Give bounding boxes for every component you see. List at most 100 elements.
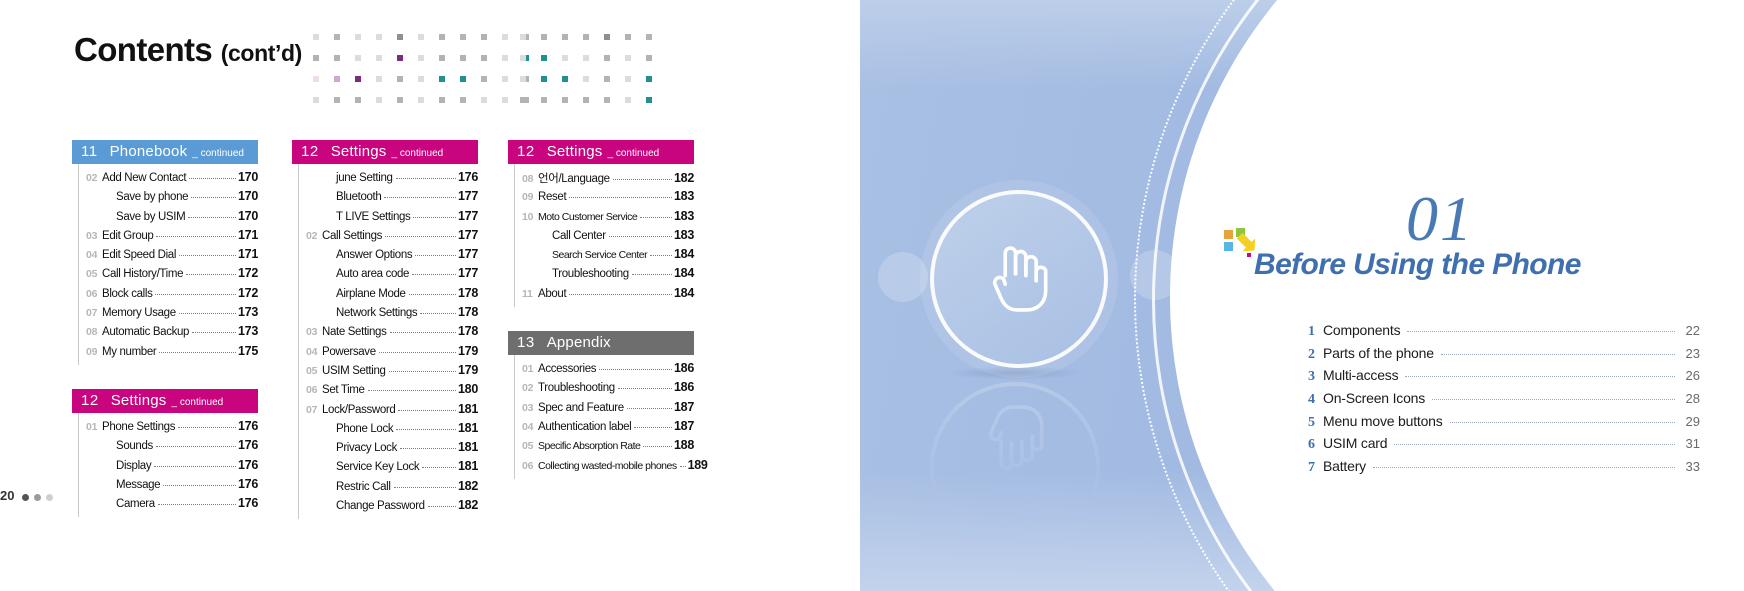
chapter-entry-label: Battery	[1323, 458, 1366, 475]
toc-entry-label: Specific Absorption Rate	[538, 440, 641, 453]
toc-entry[interactable]: Service Key Lock 181	[299, 459, 478, 478]
toc-entry-index: 07	[86, 307, 98, 320]
toc-entry-page: 180	[458, 382, 478, 397]
toc-entry[interactable]: june Setting 176	[299, 170, 478, 189]
toc-entry[interactable]: Change Password 182	[299, 498, 478, 517]
toc-entry[interactable]: 05 Call History/Time 172	[79, 266, 258, 285]
toc-entry[interactable]: 09 Reset 183	[515, 189, 694, 208]
toc-entry[interactable]: 04 Authentication label 187	[515, 419, 694, 438]
toc-entry[interactable]: 04 Edit Speed Dial 171	[79, 247, 258, 266]
toc-leader-dots	[420, 312, 457, 315]
toc-entry[interactable]: 04 Powersave 179	[299, 344, 478, 363]
chapter-entry-label: Multi-access	[1323, 367, 1399, 384]
toc-entry[interactable]: Answer Options 177	[299, 247, 478, 266]
toc-entry[interactable]: 07 Lock/Password 181	[299, 402, 478, 421]
toc-entry[interactable]: 05 Specific Absorption Rate 188	[515, 438, 694, 457]
toc-entry[interactable]: 07 Memory Usage 173	[79, 305, 258, 324]
toc-entry[interactable]: Auto area code 177	[299, 266, 478, 285]
toc-entry[interactable]: Restric Call 182	[299, 479, 478, 498]
toc-entry[interactable]: 05 USIM Setting 179	[299, 363, 478, 382]
toc-entry[interactable]: 08 언어/Language 182	[515, 170, 694, 189]
toc-entry[interactable]: Bluetooth 177	[299, 189, 478, 208]
decorative-dot	[418, 34, 424, 40]
toc-entry[interactable]: Privacy Lock 181	[299, 440, 478, 459]
chapter-entry[interactable]: 1 Components 22	[1308, 322, 1700, 345]
toc-section-continued: _ continued	[391, 148, 444, 159]
toc-entry-page: 177	[458, 247, 478, 262]
toc-leader-dots	[178, 426, 237, 428]
toc-section-body: 02 Add New Contact 170 Save by phone 170 Save…	[78, 164, 258, 365]
toc-entry[interactable]: 09 My number 175	[79, 344, 258, 363]
toc-entry-page: 170	[238, 189, 258, 204]
chapter-entry[interactable]: 5 Menu move buttons 29	[1308, 413, 1700, 436]
chapter-entry-label: Components	[1323, 322, 1401, 338]
decorative-dot	[520, 34, 526, 40]
toc-entry[interactable]: Network Settings 178	[299, 305, 478, 324]
toc-entry-label: Spec and Feature	[538, 401, 624, 414]
toc-leader-dots	[415, 254, 457, 257]
toc-entry[interactable]: Call Center 183	[515, 228, 694, 247]
toc-entry-page: 178	[458, 285, 478, 300]
toc-entry[interactable]: 06 Collecting wasted-mobile phones 189	[515, 458, 708, 477]
toc-entry[interactable]: Message 176	[79, 477, 258, 496]
toc-entry[interactable]: 01 Phone Settings 176	[79, 419, 258, 438]
decorative-dot	[625, 76, 631, 82]
toc-entry[interactable]: 06 Block calls 172	[79, 286, 258, 305]
toc-leader-dots	[156, 235, 237, 237]
toc-entry-page: 181	[458, 440, 478, 455]
toc-entry[interactable]: Save by phone 170	[79, 189, 258, 208]
toc-leader-dots	[650, 254, 673, 257]
toc-leader-dots	[388, 370, 457, 372]
chapter-entry[interactable]: 6 USIM card 31	[1308, 435, 1700, 458]
toc-entry-page: 170	[238, 170, 258, 184]
decorative-dot	[562, 76, 568, 82]
chapter-entry[interactable]: 7 Battery 33	[1308, 458, 1700, 481]
toc-entry[interactable]: Airplane Mode 178	[299, 286, 478, 305]
toc-entry[interactable]: T LIVE Settings 177	[299, 209, 478, 228]
toc-entry[interactable]: Troubleshooting 184	[515, 266, 694, 285]
toc-leader-dots	[643, 445, 673, 448]
toc-entry[interactable]: 11 About 184	[515, 286, 694, 305]
decorative-dot	[583, 76, 589, 82]
toc-entry[interactable]: Save by USIM 170	[79, 209, 258, 228]
toc-entry[interactable]: Phone Lock 181	[299, 421, 478, 440]
chapter-entry[interactable]: 2 Parts of the phone 23	[1308, 345, 1700, 368]
chapter-leader-dots	[1394, 443, 1675, 446]
toc-entry-label: Service Key Lock	[336, 461, 420, 474]
decorative-dot	[625, 34, 631, 40]
toc-leader-dots	[413, 216, 457, 218]
toc-entry[interactable]: 01 Accessories 186	[515, 361, 694, 380]
toc-entry[interactable]: 08 Automatic Backup 173	[79, 324, 258, 343]
decorative-dot	[397, 76, 403, 82]
page-title-suffix: (cont’d)	[220, 40, 303, 66]
toc-entry[interactable]: Search Service Center 184	[515, 247, 694, 266]
toc-leader-dots	[569, 196, 673, 199]
toc-section: 13 Appendix 01 Accessories 186 02 Troubleshoot…	[508, 331, 708, 479]
chapter-entry[interactable]: 4 On-Screen Icons 28	[1308, 390, 1700, 413]
decorative-dot	[646, 55, 652, 61]
toc-entry[interactable]: 03 Spec and Feature 187	[515, 400, 694, 419]
toc-entry[interactable]: 02 Add New Contact 170	[79, 170, 258, 189]
toc-entry[interactable]: 06 Set Time 180	[299, 382, 478, 401]
toc-entry[interactable]: 10 Moto Customer Service 183	[515, 209, 694, 228]
toc-entry[interactable]: 03 Edit Group 171	[79, 228, 258, 247]
toc-entry[interactable]: Camera 176	[79, 496, 258, 515]
toc-entry-page: 182	[674, 171, 694, 185]
chapter-entry[interactable]: 3 Multi-access 26	[1308, 367, 1700, 390]
toc-entry[interactable]: 02 Call Settings 177	[299, 228, 478, 247]
toc-entry[interactable]: 02 Troubleshooting 186	[515, 380, 694, 399]
toc-entry[interactable]: 03 Nate Settings 178	[299, 324, 478, 343]
toc-entry-page: 178	[458, 324, 478, 339]
chapter-entry-label: On-Screen Icons	[1323, 390, 1426, 407]
toc-leader-dots	[179, 254, 237, 257]
toc-entry-page: 177	[458, 266, 478, 281]
toc-entry-page: 181	[458, 459, 478, 474]
toc-entry-index: 03	[306, 326, 318, 339]
toc-column-3: 12 Settings _ continued 08 언어/Language 182 09 R…	[508, 140, 708, 479]
toc-entry-page: 179	[458, 343, 478, 358]
toc-entry[interactable]: Display 176	[79, 458, 258, 477]
toc-entry-label: Network Settings	[336, 307, 418, 320]
toc-entry[interactable]: Sounds 176	[79, 438, 258, 457]
toc-section-header: 12 Settings _ continued	[508, 140, 694, 164]
decorative-dot	[625, 55, 631, 61]
